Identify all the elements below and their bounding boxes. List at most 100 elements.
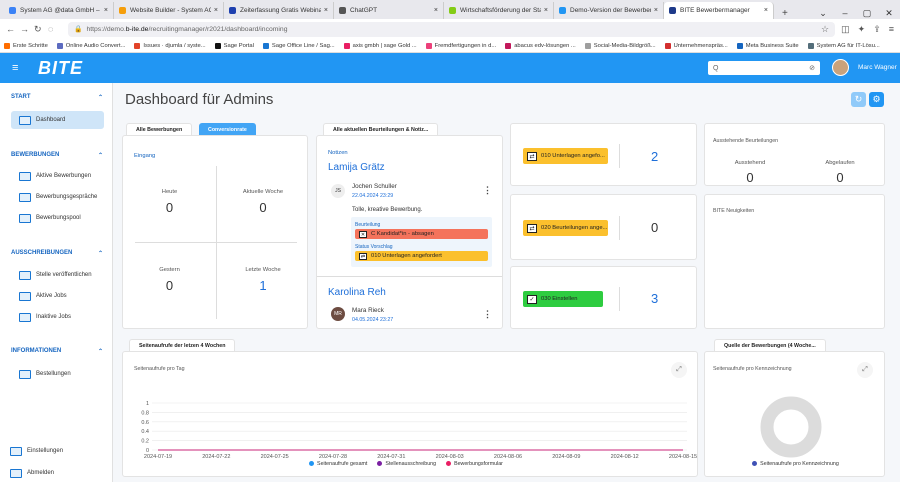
close-tab-icon[interactable]: × [544,7,548,14]
transfer-icon: ⇄ [359,252,367,260]
sidebar-item-aktive-jobs[interactable]: Aktive Jobs [11,287,104,305]
bookmark-icon [56,42,63,49]
legend-label: Seitenaufrufe gesamt [317,461,368,467]
close-tab-icon[interactable]: × [764,7,768,14]
section-label: INFORMATIONEN [11,348,62,354]
browser-tab[interactable]: Website Builder - System AG × [114,2,224,19]
status-card[interactable]: ⇄ 020 Beurteilungen ange... 0 [510,194,697,260]
reload-icon[interactable]: ↻ [34,24,48,35]
sidebar-section-informationen[interactable]: INFORMATIONEN ⌃ [11,348,103,355]
close-tab-icon[interactable]: × [324,7,328,14]
bite-logo: BITE [38,57,84,78]
sidebar-item-aktive-bewerbungen[interactable]: Aktive Bewerbungen [11,167,104,185]
search-input[interactable]: Q ⊘ [708,61,820,75]
letzte-value[interactable]: 1 [217,278,309,293]
sidebar-item-pool[interactable]: Bewerbungspool [11,209,104,227]
legend-dot [446,461,452,467]
bookmark-item[interactable]: Unternehmenspräs... [664,42,728,49]
status-label: Status Vorschlag [355,244,393,250]
bookmark-label: axis gmbh | sage Gold ... [352,42,417,49]
refresh-button[interactable]: ↻ [851,92,866,107]
hamburger-icon[interactable]: ≡ [12,62,28,74]
bookmark-item[interactable]: Sage Portal [214,42,254,49]
status-card[interactable]: ✓ 030 Einstellen 3 [510,266,697,329]
bookmark-icon [425,42,432,49]
back-icon[interactable]: ← [6,24,20,34]
sidebar: START ⌃ Dashboard BEWERBUNGEN ⌃ Aktive Bew… [0,83,113,482]
forward-icon[interactable]: → [20,24,34,34]
sidebar-item-inaktive-jobs[interactable]: Inaktive Jobs [11,308,104,326]
clear-icon[interactable]: ⊘ [809,64,815,72]
browser-tab[interactable]: BITE Bewerbermanager × [664,2,774,19]
sidebar-item-stelle[interactable]: Stelle veröffentlichen [11,266,104,284]
menu-icon[interactable]: ≡ [889,24,894,35]
jobs-icon [19,291,31,301]
sidebar-section-ausschreibungen[interactable]: AUSSCHREIBUNGEN ⌃ [11,250,103,257]
publish-icon [19,270,31,280]
share-icon[interactable]: ⇪ [873,24,881,35]
sidebar-section-start[interactable]: START ⌃ [11,94,103,101]
close-icon[interactable]: ✕ [878,8,900,19]
avatar: MR [331,307,345,321]
star-icon[interactable]: ☆ [821,24,829,35]
bookmark-item[interactable]: Erste Schritte [4,42,48,49]
browser-tab[interactable]: ChatGPT × [334,2,444,19]
beurteilung-badge: ✕ C Kandidat*in - absagen [355,229,488,239]
user-name[interactable]: Marc Wagner [858,64,897,71]
close-tab-icon[interactable]: × [214,7,218,14]
bookmark-item[interactable]: Fremdfertigungen in d... [425,42,496,49]
bookmark-item[interactable]: Issues · djumla / syste... [134,42,206,49]
news-card: BITE Neuigkeiten [704,194,885,329]
sidebar-item-bestellungen[interactable]: Bestellungen [11,365,104,383]
sidebar-item-gespraeche[interactable]: Bewerbungsgespräche [11,188,104,206]
more-options-icon[interactable]: ⋮ [483,309,492,320]
status-card[interactable]: ⇄ 010 Unterlagen angefo... 2 [510,123,697,186]
bookmark-item[interactable]: Online Audio Convert... [56,42,126,49]
new-tab-icon[interactable]: + [774,8,796,19]
extensions-icon[interactable]: ✦ [858,24,866,35]
bookmark-item[interactable]: axis gmbh | sage Gold ... [343,42,417,49]
bookmark-item[interactable]: Meta Business Suite [736,42,799,49]
maximize-icon[interactable]: ▢ [856,8,878,19]
bookmark-item[interactable]: Social-Media-Bildgröß... [584,42,656,49]
browser-tab-strip: System AG @data GmbH – B-ite×Website Bui… [0,0,900,19]
woche-value: 0 [259,200,267,215]
browser-tab[interactable]: Zeiterfassung Gratis Webinar | × [224,2,334,19]
bookmark-label: Online Audio Convert... [65,42,126,49]
more-options-icon[interactable]: ⋮ [483,185,492,196]
candidate-name[interactable]: Karolina Reh [328,287,386,298]
bookmark-item[interactable]: System AG für IT-Lösu... [807,42,880,49]
candidate-name[interactable]: Lamija Grätz [328,162,385,173]
legend-item[interactable]: Bewerbungsformular [446,461,503,467]
shield-icon[interactable]: ◌ [48,24,62,34]
avatar[interactable] [832,59,849,76]
section-label: START [11,94,31,100]
bookmark-item[interactable]: Sage Office Line / Sag... [262,42,335,49]
divider [135,242,297,243]
sidebar-item-dashboard[interactable]: Dashboard [11,111,104,129]
sidebar-item-abmelden[interactable]: Abmelden [2,464,95,482]
close-tab-icon[interactable]: × [654,7,658,14]
status-badge: ✓ 030 Einstellen [523,291,603,307]
legend-item[interactable]: Stellenausschreibung [377,461,436,467]
badge-text: 030 Einstellen [541,296,578,302]
close-tab-icon[interactable]: × [104,7,108,14]
sidebar-section-bewerbungen[interactable]: BEWERBUNGEN ⌃ [11,152,103,159]
sidebar-item-einstellungen[interactable]: Einstellungen [2,442,95,460]
browser-tab[interactable]: Wirtschaftsförderung der Stadt × [444,2,554,19]
close-tab-icon[interactable]: × [434,7,438,14]
address-bar[interactable]: 🔒 https://demo. b-ite.de/recruitingmanage… [68,21,836,37]
page-title: Dashboard für Admins [125,91,274,108]
x-tick-label: 2024-08-09 [552,454,580,460]
browser-tab[interactable]: System AG @data GmbH – B-ite× [4,2,114,19]
bookmark-item[interactable]: abacus edv-lösungen ... [505,42,576,49]
tab-title: ChatGPT [350,7,378,14]
legend-dot [309,461,315,467]
tab-list-icon[interactable]: ⌄ [812,8,834,19]
legend-item[interactable]: Seitenaufrufe gesamt [309,461,367,467]
pocket-icon[interactable]: ◫ [841,24,850,35]
browser-tab[interactable]: Demo-Version der Bewerberm × [554,2,664,19]
minimize-icon[interactable]: – [834,8,856,19]
gear-icon: ⚙ [872,94,881,104]
settings-button[interactable]: ⚙ [869,92,884,107]
